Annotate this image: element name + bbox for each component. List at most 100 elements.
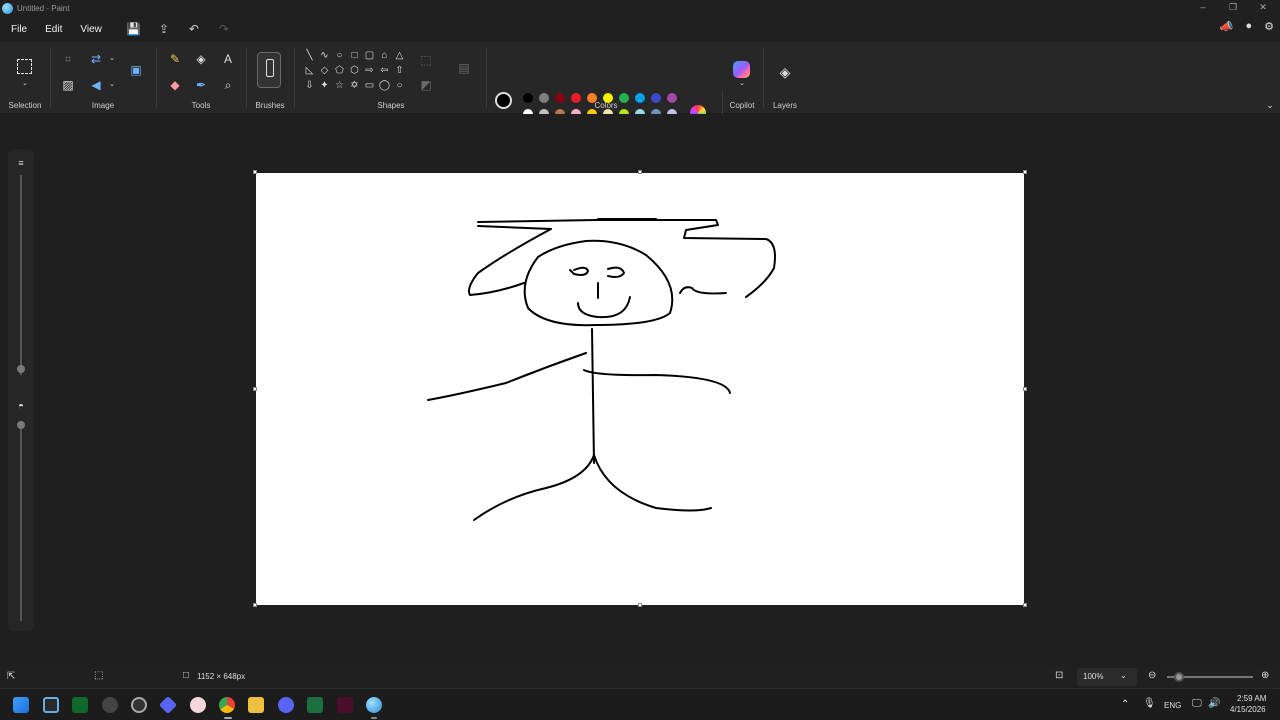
discord-icon[interactable]: [278, 697, 294, 713]
fill-icon[interactable]: ◈: [193, 51, 209, 67]
down-arrow-shape-icon[interactable]: ⇩: [302, 80, 317, 95]
rect-callout-shape-icon[interactable]: ▭: [362, 80, 377, 95]
color-swatch[interactable]: [587, 93, 597, 103]
resize-handle[interactable]: [253, 603, 257, 607]
line-shape-icon[interactable]: ╲: [302, 50, 317, 65]
eraser-icon[interactable]: ◆: [167, 77, 183, 93]
undo-icon[interactable]: ↶: [179, 22, 209, 36]
show-hidden-icons-icon[interactable]: ⌃: [1121, 699, 1129, 710]
color-swatch[interactable]: [571, 93, 581, 103]
pencil-icon[interactable]: ✎: [167, 51, 183, 67]
view-menu[interactable]: View: [71, 24, 111, 35]
app-icon-1[interactable]: [72, 697, 88, 713]
left-arrow-shape-icon[interactable]: ⇦: [377, 65, 392, 80]
fill-style-icon[interactable]: ◩: [418, 77, 434, 93]
chevron-down-icon[interactable]: ⌄: [104, 77, 120, 93]
oval-callout-shape-icon[interactable]: ◯: [377, 80, 392, 95]
chevron-down-icon[interactable]: ⌄: [104, 51, 120, 67]
outline-icon[interactable]: ⬚: [418, 52, 434, 68]
clock-time[interactable]: 2:59 AM: [1237, 694, 1266, 703]
brush-icon[interactable]: [257, 52, 281, 88]
magnifier-icon[interactable]: ⌕: [220, 77, 236, 93]
curve-shape-icon[interactable]: ∿: [317, 50, 332, 65]
resize-handle[interactable]: [638, 603, 642, 607]
image-select-icon[interactable]: ▣: [128, 62, 144, 78]
app-icon-5[interactable]: [190, 697, 206, 713]
network-icon[interactable]: 🖵: [1192, 698, 1202, 709]
polygon-shape-icon[interactable]: ⌂: [377, 50, 392, 65]
color-swatch[interactable]: [635, 93, 645, 103]
volume-icon[interactable]: 🔊: [1208, 698, 1220, 709]
background-removal-icon[interactable]: ▨: [60, 77, 76, 93]
pentagon-shape-icon[interactable]: ⬠: [332, 65, 347, 80]
microphone-icon[interactable]: 🎙: [1143, 698, 1156, 709]
chevron-down-icon[interactable]: ⌄: [734, 76, 750, 92]
chevron-down-icon[interactable]: ⌄: [17, 76, 33, 92]
right-arrow-shape-icon[interactable]: ⇨: [362, 65, 377, 80]
zoom-out-icon[interactable]: ⊖: [1148, 670, 1156, 681]
paint-taskbar-icon[interactable]: [366, 697, 382, 713]
save-icon[interactable]: 💾: [119, 22, 149, 36]
five-point-star-shape-icon[interactable]: ☆: [332, 80, 347, 95]
triangle-shape-icon[interactable]: △: [392, 50, 407, 65]
color-swatch[interactable]: [619, 93, 629, 103]
app-icon-6[interactable]: [337, 697, 353, 713]
color-swatch[interactable]: [651, 93, 661, 103]
collapse-ribbon-icon[interactable]: ⌄: [1262, 97, 1278, 113]
app-icon-3[interactable]: [131, 697, 147, 713]
opacity-slider[interactable]: [20, 421, 22, 621]
color-swatch[interactable]: [539, 93, 549, 103]
app-icon-2[interactable]: [102, 697, 118, 713]
drawing-canvas[interactable]: [256, 173, 1024, 605]
restore-button[interactable]: ❐: [1218, 0, 1248, 14]
diamond-shape-icon[interactable]: ◇: [317, 65, 332, 80]
size-slider[interactable]: [20, 175, 22, 375]
zoom-slider-knob[interactable]: [1174, 672, 1184, 682]
primary-color-swatch[interactable]: [495, 92, 512, 109]
opacity-slider-knob[interactable]: [17, 421, 25, 429]
hexagon-shape-icon[interactable]: ⬡: [347, 65, 362, 80]
resize-handle[interactable]: [253, 170, 257, 174]
flip-icon[interactable]: ◀: [88, 77, 104, 93]
rounded-rectangle-shape-icon[interactable]: ▢: [362, 50, 377, 65]
rectangle-select-icon[interactable]: [17, 59, 32, 74]
redo-icon[interactable]: ↷: [209, 22, 239, 36]
settings-icon[interactable]: ⚙: [1264, 20, 1274, 33]
announcements-icon[interactable]: 📣: [1220, 20, 1234, 33]
layers-icon[interactable]: ◈: [777, 64, 793, 80]
resize-icon[interactable]: ⇄: [88, 51, 104, 67]
oval-shape-icon[interactable]: ○: [332, 50, 347, 65]
close-button[interactable]: ✕: [1248, 0, 1278, 14]
clock-date[interactable]: 4/15/2026: [1230, 705, 1266, 714]
share-icon[interactable]: ⇪: [149, 22, 179, 36]
zoom-dropdown[interactable]: 100% ⌄: [1077, 668, 1137, 686]
text-icon[interactable]: A: [220, 51, 236, 67]
resize-handle[interactable]: [1023, 603, 1027, 607]
task-view-icon[interactable]: [43, 697, 59, 713]
crop-icon[interactable]: ⌗: [60, 51, 76, 67]
size-slider-knob[interactable]: [17, 365, 25, 373]
edit-menu[interactable]: Edit: [36, 24, 71, 35]
resize-handle[interactable]: [1023, 387, 1027, 391]
minimize-button[interactable]: –: [1188, 0, 1218, 14]
six-point-star-shape-icon[interactable]: ✡: [347, 80, 362, 95]
account-icon[interactable]: ●: [1245, 20, 1252, 33]
start-icon[interactable]: [13, 697, 29, 713]
fit-to-window-icon[interactable]: ⊡: [1055, 670, 1063, 681]
resize-handle[interactable]: [1023, 170, 1027, 174]
color-swatch[interactable]: [603, 93, 613, 103]
file-menu[interactable]: File: [2, 24, 36, 35]
right-triangle-shape-icon[interactable]: ◺: [302, 65, 317, 80]
chrome-icon[interactable]: [219, 697, 235, 713]
up-arrow-shape-icon[interactable]: ⇧: [392, 65, 407, 80]
language-indicator[interactable]: ENG: [1164, 701, 1181, 710]
color-swatch[interactable]: [667, 93, 677, 103]
excel-icon[interactable]: [307, 697, 323, 713]
resize-handle[interactable]: [638, 170, 642, 174]
app-icon-4[interactable]: [158, 695, 178, 715]
cloud-callout-shape-icon[interactable]: ○: [392, 80, 407, 95]
four-point-star-shape-icon[interactable]: ✦: [317, 80, 332, 95]
color-picker-icon[interactable]: ✒: [193, 77, 209, 93]
zoom-in-icon[interactable]: ⊕: [1261, 670, 1269, 681]
rectangle-shape-icon[interactable]: □: [347, 50, 362, 65]
